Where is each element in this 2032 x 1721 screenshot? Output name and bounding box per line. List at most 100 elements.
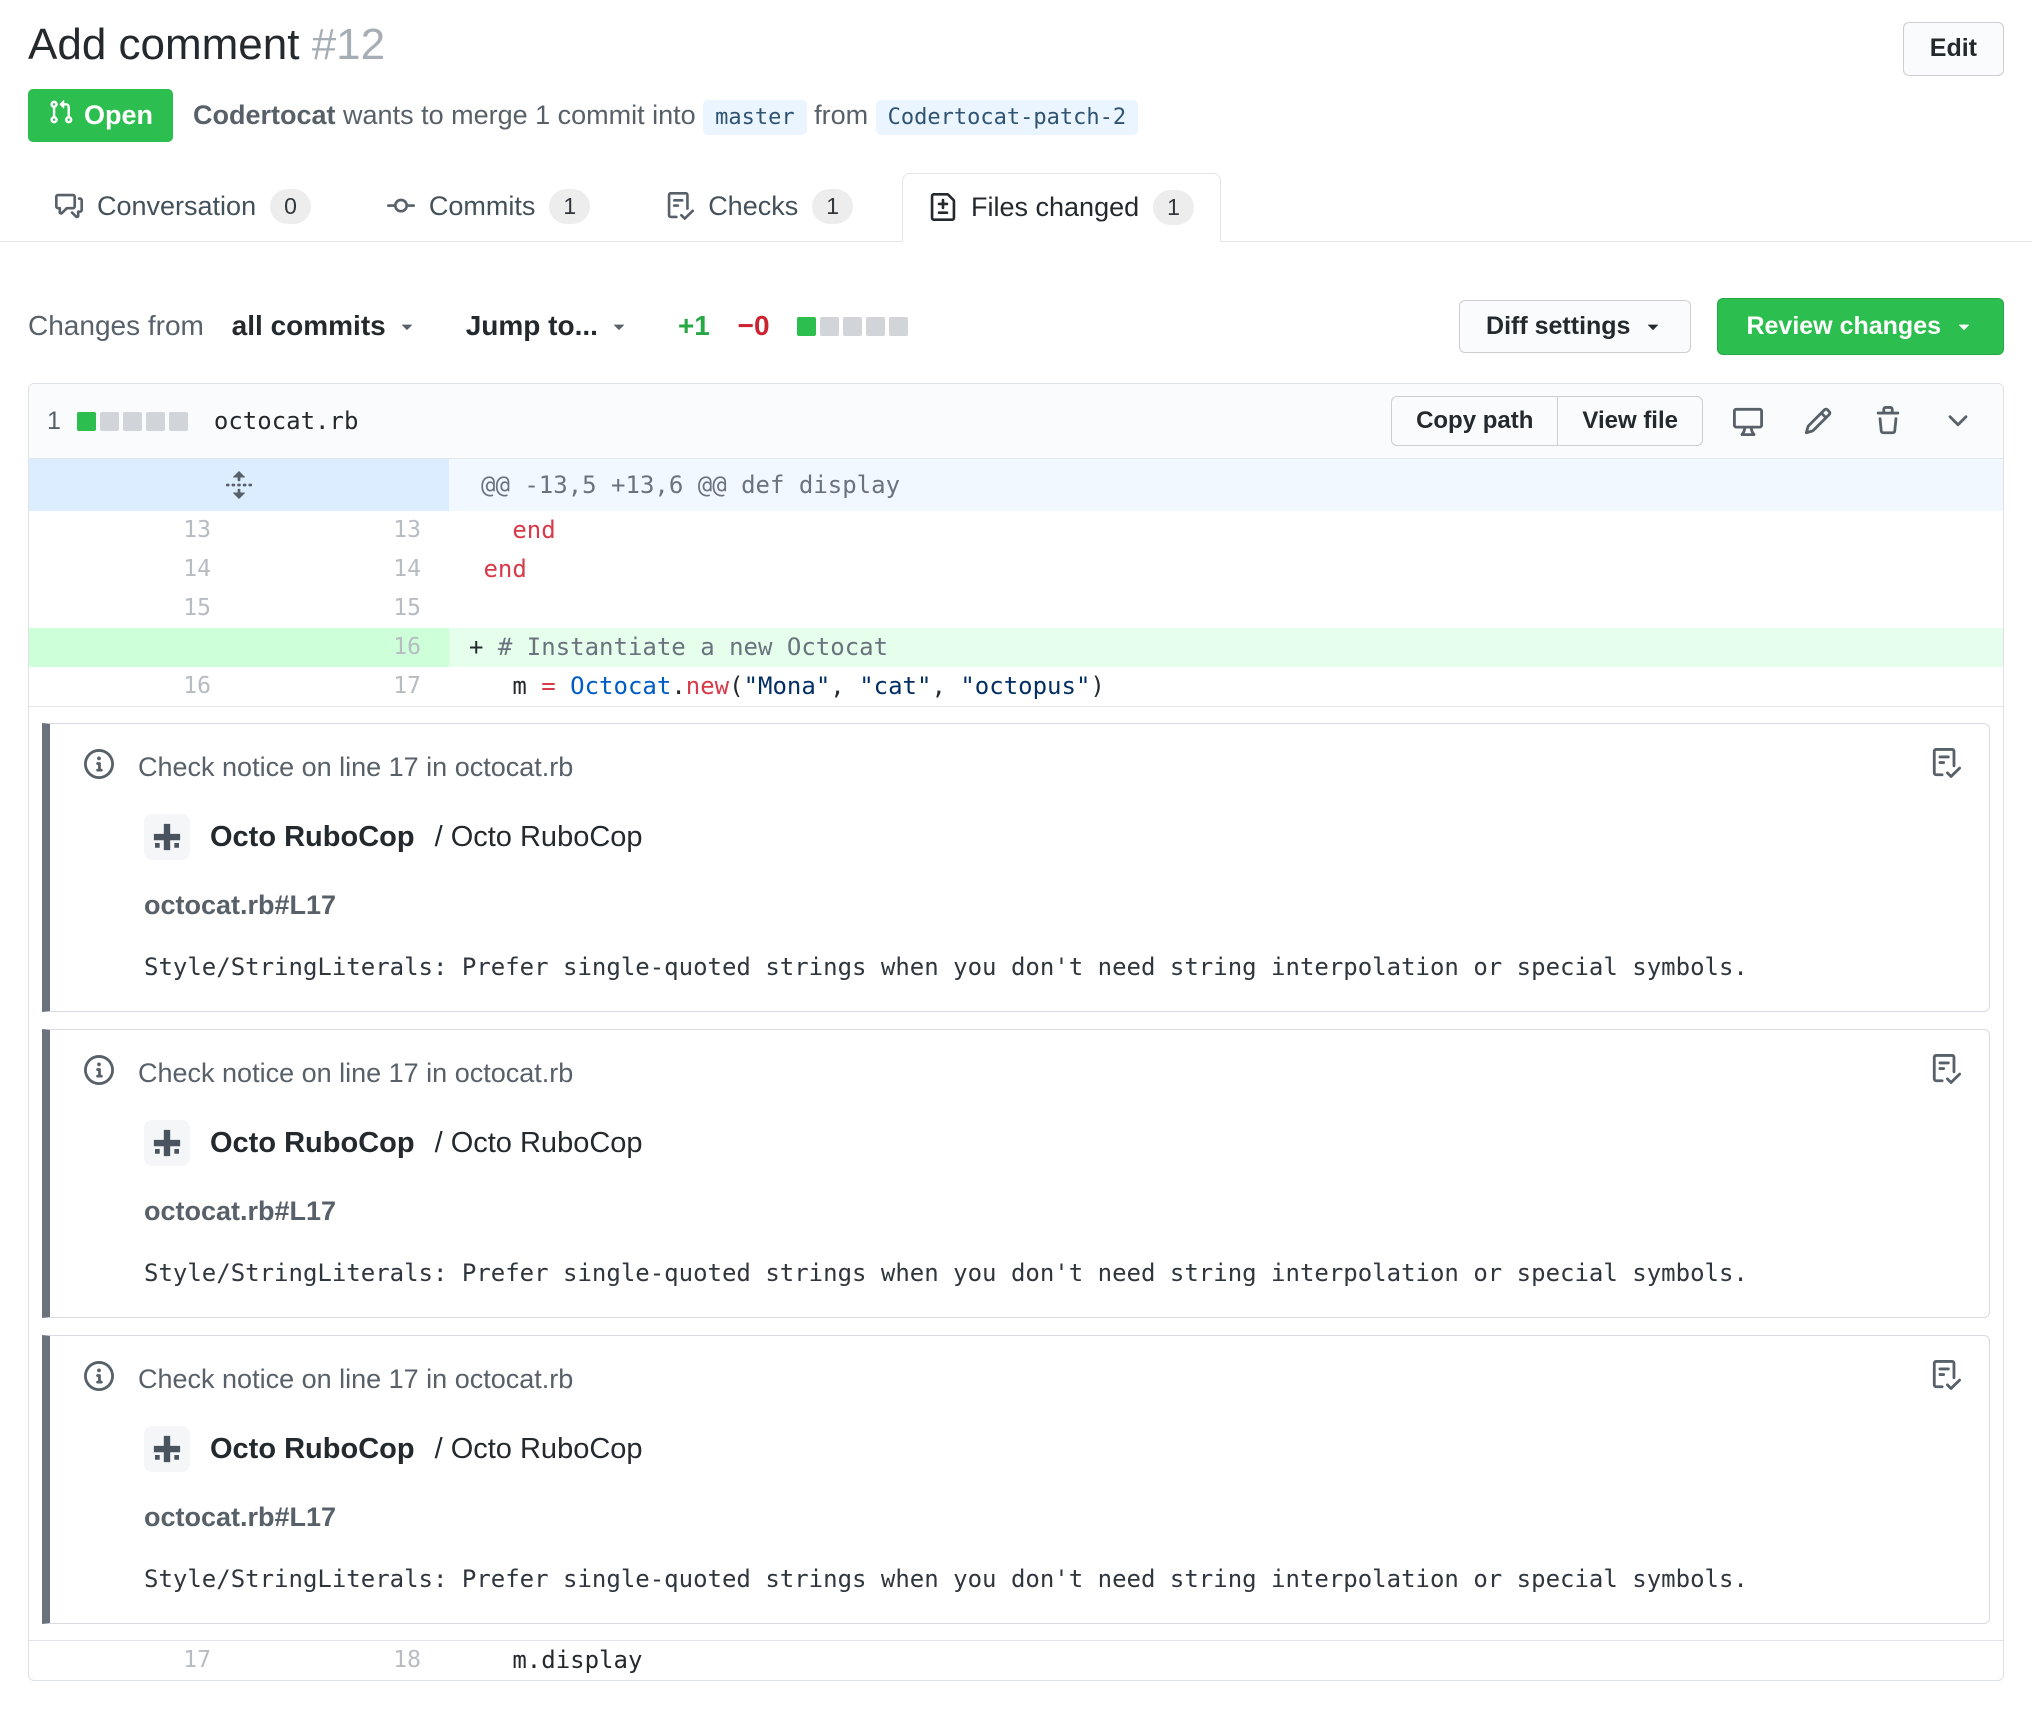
pr-state-label: Open <box>84 99 154 130</box>
pr-title-text: Add comment <box>28 20 300 69</box>
checklist-icon <box>667 192 695 221</box>
tab-label: Checks <box>708 190 799 221</box>
meta-middle-text: wants to merge 1 commit into <box>335 99 704 130</box>
code-line: m.display <box>469 1646 643 1675</box>
diff-block-neutral <box>820 316 840 336</box>
diff-block-neutral <box>889 316 909 336</box>
app-name-link[interactable]: Octo RuboCop <box>210 1433 415 1466</box>
old-line-number[interactable]: 16 <box>29 667 239 706</box>
git-pull-request-icon <box>50 99 73 123</box>
changes-from-dropdown[interactable]: Changes from all commits <box>28 310 418 342</box>
tab-label: Conversation <box>97 190 257 221</box>
info-icon <box>84 749 114 786</box>
checklist-icon <box>666 192 695 221</box>
tab-count-badge: 1 <box>549 188 591 224</box>
new-line-number[interactable]: 16 <box>239 628 449 668</box>
diff-table: @@ -13,5 +13,6 @@ def display 13 13 end 14 1… <box>29 459 2003 1680</box>
old-line-number[interactable]: 17 <box>29 1641 239 1680</box>
check-annotations: Check notice on line 17 in octocat.rb Oct… <box>29 706 2003 1641</box>
annotation-path: octocat.rb#L17 <box>144 890 337 921</box>
pr-meta-row: Open Codertocat wants to merge 1 commit … <box>28 88 2004 142</box>
unfold-icon <box>225 471 253 500</box>
tab-files-changed[interactable]: Files changed 1 <box>902 172 1221 242</box>
new-line-number[interactable]: 18 <box>239 1641 449 1680</box>
review-changes-label: Review changes <box>1746 311 1941 340</box>
unfold-icon[interactable] <box>224 470 254 500</box>
code-line: end <box>512 516 556 545</box>
diff-row: 16 17 m = Octocat.new("Mona", "cat", "oct… <box>29 667 2003 706</box>
diff-row: 15 15 <box>29 589 2003 628</box>
git-commit-icon <box>386 198 415 213</box>
git-pull-request-icon <box>48 99 74 132</box>
view-file-button[interactable]: View file <box>1557 396 1703 447</box>
caret-down-icon <box>1953 315 1975 337</box>
base-branch-label[interactable]: master <box>703 99 807 135</box>
check-annotation-title: Check notice on line 17 in octocat.rb <box>138 1058 574 1089</box>
old-line-number[interactable]: 14 <box>29 550 239 589</box>
checklist-icon <box>1932 1360 1961 1391</box>
tab-label: Files changed <box>971 191 1140 222</box>
app-name-link[interactable]: Octo RuboCop <box>210 821 415 854</box>
pr-tabs: Conversation 0 Commits 1 Checks 1 Files change… <box>0 172 2032 242</box>
hunk-header-row: @@ -13,5 +13,6 @@ def display <box>29 459 2003 512</box>
caret-down-icon <box>1958 324 1970 331</box>
new-line-number[interactable]: 13 <box>239 511 449 550</box>
copy-path-button[interactable]: Copy path <box>1391 396 1559 447</box>
app-avatar-icon <box>153 1130 181 1157</box>
changes-from-label: Changes from <box>28 310 204 342</box>
tab-count-badge: 1 <box>812 188 854 224</box>
meta-from-text: from <box>806 99 876 130</box>
pr-meta-text: Codertocat wants to merge 1 commit into … <box>193 99 1139 135</box>
diff-block-neutral <box>99 411 119 431</box>
old-line-number[interactable] <box>29 628 239 668</box>
display-rich-diff-icon[interactable] <box>1733 406 1763 437</box>
caret-down-icon <box>608 315 630 337</box>
app-avatar-icon <box>153 824 181 851</box>
diff-block-neutral <box>145 411 165 431</box>
edit-file-icon[interactable] <box>1803 406 1833 436</box>
diff-settings-button[interactable]: Diff settings <box>1459 299 1692 354</box>
info-icon <box>84 749 114 780</box>
check-app-row: Octo RuboCop / Octo RuboCop <box>144 814 1961 861</box>
check-app-row: Octo RuboCop / Octo RuboCop <box>144 1120 1961 1167</box>
deletions-count: −0 <box>737 310 770 342</box>
author-link[interactable]: Codertocat <box>193 100 336 130</box>
new-line-number[interactable]: 15 <box>239 589 449 628</box>
annotation-path: octocat.rb#L17 <box>144 1196 337 1227</box>
delete-file-icon[interactable] <box>1873 406 1903 436</box>
file-actions-group: Copy path View file <box>1391 396 1703 447</box>
info-icon <box>84 1361 114 1392</box>
pencil-icon <box>1804 407 1832 435</box>
tab-conversation[interactable]: Conversation 0 <box>28 172 338 241</box>
comment-discussion-icon <box>55 192 83 220</box>
diff-block-neutral <box>866 316 886 336</box>
page-title: Add comment #12 <box>28 20 2004 71</box>
code-line: + # Instantiate a new Octocat <box>449 628 2003 668</box>
app-avatar <box>144 1120 190 1167</box>
head-branch-label[interactable]: Codertocat-patch-2 <box>875 99 1139 135</box>
file-name[interactable]: octocat.rb <box>214 407 359 435</box>
app-name-link[interactable]: Octo RuboCop <box>210 1127 415 1160</box>
new-line-number[interactable]: 14 <box>239 550 449 589</box>
chevron-down-icon <box>1948 415 1968 427</box>
old-line-number[interactable]: 15 <box>29 589 239 628</box>
diff-tail: 17 18 m.display <box>29 1640 2003 1680</box>
jump-to-dropdown[interactable]: Jump to... <box>466 310 630 342</box>
trash-icon <box>1876 406 1900 435</box>
tab-checks[interactable]: Checks 1 <box>639 172 880 241</box>
caret-down-icon <box>401 324 412 331</box>
review-changes-button[interactable]: Review changes <box>1717 297 2004 356</box>
tab-commits[interactable]: Commits 1 <box>360 172 617 241</box>
caret-down-icon <box>613 324 624 331</box>
diff-settings-label: Diff settings <box>1486 311 1631 340</box>
info-icon <box>84 1055 114 1092</box>
old-line-number[interactable]: 13 <box>29 511 239 550</box>
rich-diff-icon <box>1733 408 1763 437</box>
chevron-down-icon[interactable] <box>1943 406 1973 436</box>
file-diff-icon <box>929 193 957 222</box>
edit-button[interactable]: Edit <box>1902 22 2004 76</box>
pr-state-badge: Open <box>28 88 174 142</box>
new-line-number[interactable]: 17 <box>239 667 449 706</box>
check-app-row: Octo RuboCop / Octo RuboCop <box>144 1426 1961 1473</box>
